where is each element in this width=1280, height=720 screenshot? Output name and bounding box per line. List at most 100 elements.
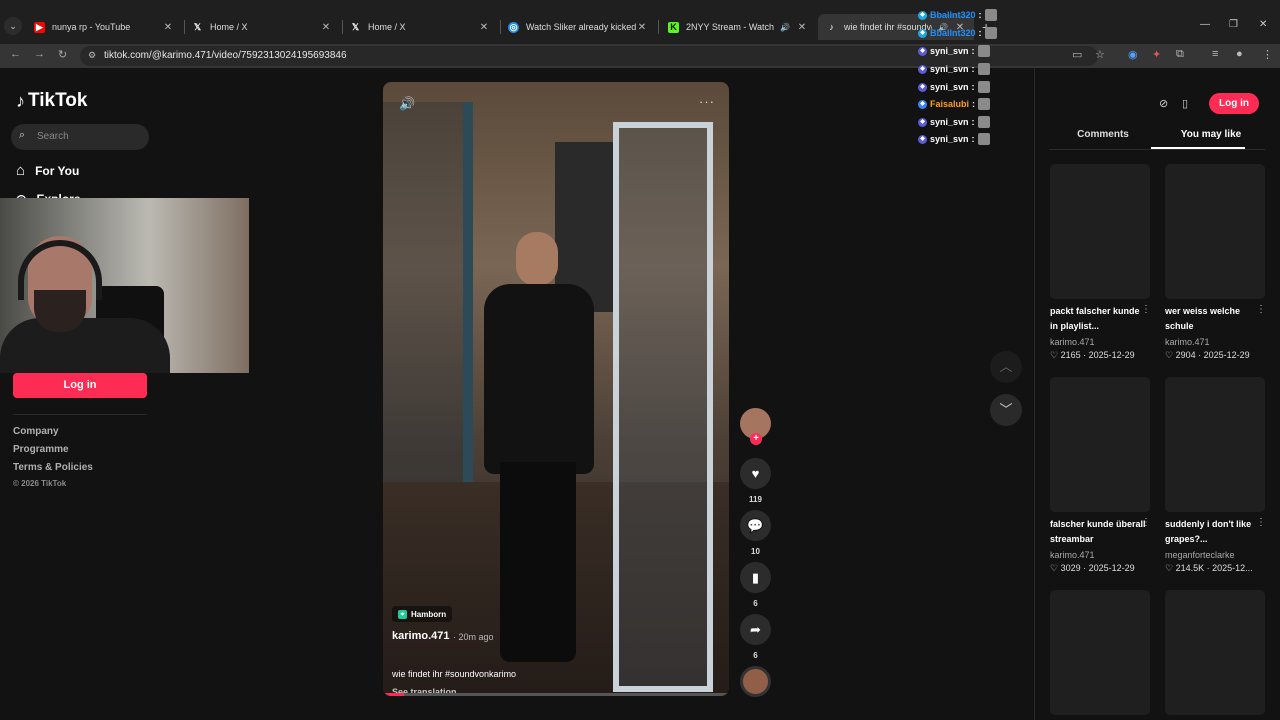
site-info-icon[interactable]: ⚙	[88, 50, 96, 61]
chevron-up-icon: ︿	[999, 359, 1013, 374]
chevron-down-icon: ﹀	[999, 402, 1013, 417]
chat-username: syni_svn	[930, 117, 969, 127]
tab-stream[interactable]: ◎ Watch Sliker already kicked out ✕	[500, 14, 656, 40]
video-author[interactable]: karimo.471	[392, 630, 449, 642]
video-time: · 20m ago	[453, 632, 494, 642]
more-options-icon[interactable]: ···	[699, 94, 715, 109]
mobile-icon[interactable]: ▯	[1182, 97, 1188, 110]
video-thumbnail[interactable]	[1050, 164, 1150, 299]
chat-badge-icon: ◆	[918, 10, 927, 20]
save-button[interactable]: ▮	[740, 562, 771, 593]
maximize-icon[interactable]: ❐	[1229, 19, 1238, 30]
close-icon[interactable]: ✕	[636, 22, 648, 33]
tab-youtube[interactable]: ▶ nunya rp - YouTube ✕	[26, 14, 182, 40]
tab-list-icon[interactable]: ≡	[1212, 48, 1218, 60]
next-video-button[interactable]: ﹀	[990, 394, 1022, 426]
chat-username: Bballnt320	[930, 10, 976, 20]
location-pin-icon: ⌖	[398, 609, 407, 619]
chat-emote-icon	[977, 63, 990, 75]
share-arrow-icon: ➦	[750, 622, 761, 637]
more-vertical-icon[interactable]: ⋮	[1256, 517, 1266, 528]
close-icon[interactable]: ✕	[478, 22, 490, 33]
chat-message: ◆ syni_svn:	[918, 80, 990, 94]
close-icon[interactable]: ✕	[162, 22, 174, 33]
location-tag[interactable]: ⌖ Hamborn	[392, 606, 453, 622]
compass-icon[interactable]: ⊘	[1159, 97, 1168, 110]
like-button[interactable]: ♥	[740, 458, 771, 489]
video-thumbnail[interactable]	[1050, 590, 1150, 715]
forward-icon[interactable]: →	[34, 48, 45, 60]
chat-badge-icon: ◆	[918, 82, 927, 92]
close-window-icon[interactable]: ✕	[1259, 19, 1267, 30]
bookmark-icon: ▮	[751, 570, 760, 585]
save-count: 6	[753, 599, 758, 608]
extensions-puzzle-icon[interactable]: ⧉	[1176, 48, 1184, 61]
minimize-icon[interactable]: —	[1200, 19, 1210, 30]
tab-x-home-2[interactable]: 𝕏 Home / X ✕	[342, 14, 498, 40]
profile-icon[interactable]: ●	[1236, 48, 1243, 60]
tiktok-page: ♪ TikTok ⌕ Search ⌂ For You ◎ Explore	[0, 68, 1280, 720]
login-top-button[interactable]: Log in	[1209, 93, 1259, 114]
tab-x-home-1[interactable]: 𝕏 Home / X ✕	[184, 14, 340, 40]
volume-icon[interactable]: 🔊	[399, 96, 415, 112]
speaker-icon[interactable]: 🔊	[780, 23, 790, 32]
chat-separator: :	[971, 82, 975, 92]
music-disc[interactable]	[740, 666, 771, 697]
close-icon[interactable]: ✕	[320, 22, 332, 33]
card-author[interactable]: karimo.471	[1165, 337, 1210, 347]
footer-link-terms[interactable]: Terms & Policies	[13, 462, 93, 473]
tab-comments[interactable]: Comments	[1049, 129, 1157, 140]
card-title[interactable]: packt falscher kunde in playlist...	[1050, 304, 1146, 334]
stream-icon: ◎	[508, 21, 519, 33]
extension-block-icon[interactable]: ✦	[1152, 48, 1161, 61]
chat-separator: :	[971, 46, 975, 56]
video-progress-bar[interactable]	[383, 693, 729, 696]
login-button[interactable]: Log in	[13, 373, 147, 398]
more-vertical-icon[interactable]: ⋮	[1256, 304, 1266, 315]
chat-emote-icon	[977, 45, 990, 57]
more-vertical-icon[interactable]: ⋮	[1141, 304, 1151, 315]
comment-count: 10	[751, 547, 760, 556]
footer-link-company[interactable]: Company	[13, 426, 59, 437]
video-caption: wie findet ihr #soundvonkarimo	[392, 669, 517, 679]
tiktok-logo[interactable]: ♪ TikTok	[16, 90, 87, 112]
tab-search-button[interactable]: ⌄	[4, 17, 22, 35]
video-player[interactable]: 🔊 ··· ⌖ Hamborn karimo.471 · 20m ago wie…	[383, 82, 729, 696]
footer-link-programme[interactable]: Programme	[13, 444, 69, 455]
tab-kick[interactable]: K 2NYY Stream - Watch Live c 🔊 ✕	[660, 14, 816, 40]
reload-icon[interactable]: ↻	[58, 48, 67, 61]
share-button[interactable]: ➦	[740, 614, 771, 645]
search-icon: ⌕	[19, 129, 26, 141]
follow-plus-icon[interactable]: +	[750, 433, 762, 445]
heart-outline-icon: ♡	[1050, 563, 1059, 573]
video-thumbnail[interactable]	[1165, 590, 1265, 715]
search-input[interactable]: ⌕ Search	[11, 124, 149, 150]
video-thumbnail[interactable]	[1050, 377, 1150, 512]
close-icon[interactable]: ✕	[796, 22, 808, 33]
chat-badge-icon: ◆	[918, 46, 927, 56]
sidebar-item-for-you[interactable]: ⌂ For You	[16, 162, 79, 179]
extension-audio-icon[interactable]: ◉	[1128, 48, 1138, 61]
card-title[interactable]: suddenly i don't like grapes?...	[1165, 517, 1261, 547]
card-author[interactable]: meganforteclarke	[1165, 550, 1235, 560]
divider	[13, 414, 147, 415]
card-author[interactable]: karimo.471	[1050, 550, 1095, 560]
back-icon[interactable]: ←	[10, 48, 21, 60]
heart-outline-icon: ♡	[1165, 563, 1174, 573]
card-title[interactable]: falscher kunde überall streambar	[1050, 517, 1146, 547]
card-title[interactable]: wer weiss welche schule	[1165, 304, 1261, 334]
video-thumbnail[interactable]	[1165, 164, 1265, 299]
comment-button[interactable]: 💬	[740, 510, 771, 541]
previous-video-button[interactable]: ︿	[990, 351, 1022, 383]
video-thumbnail[interactable]	[1165, 377, 1265, 512]
more-vertical-icon[interactable]: ⋮	[1141, 517, 1151, 528]
video-subject	[478, 232, 598, 672]
bookmark-star-icon[interactable]: ☆	[1095, 48, 1105, 61]
tab-you-may-like[interactable]: You may like	[1157, 129, 1265, 140]
cast-icon[interactable]: ▭	[1072, 48, 1082, 61]
menu-kebab-icon[interactable]: ⋮	[1262, 48, 1273, 61]
comment-icon: 💬	[747, 518, 764, 533]
chat-message: ◆ syni_svn:	[918, 62, 990, 76]
card-author[interactable]: karimo.471	[1050, 337, 1095, 347]
heart-icon: ♥	[751, 466, 760, 481]
